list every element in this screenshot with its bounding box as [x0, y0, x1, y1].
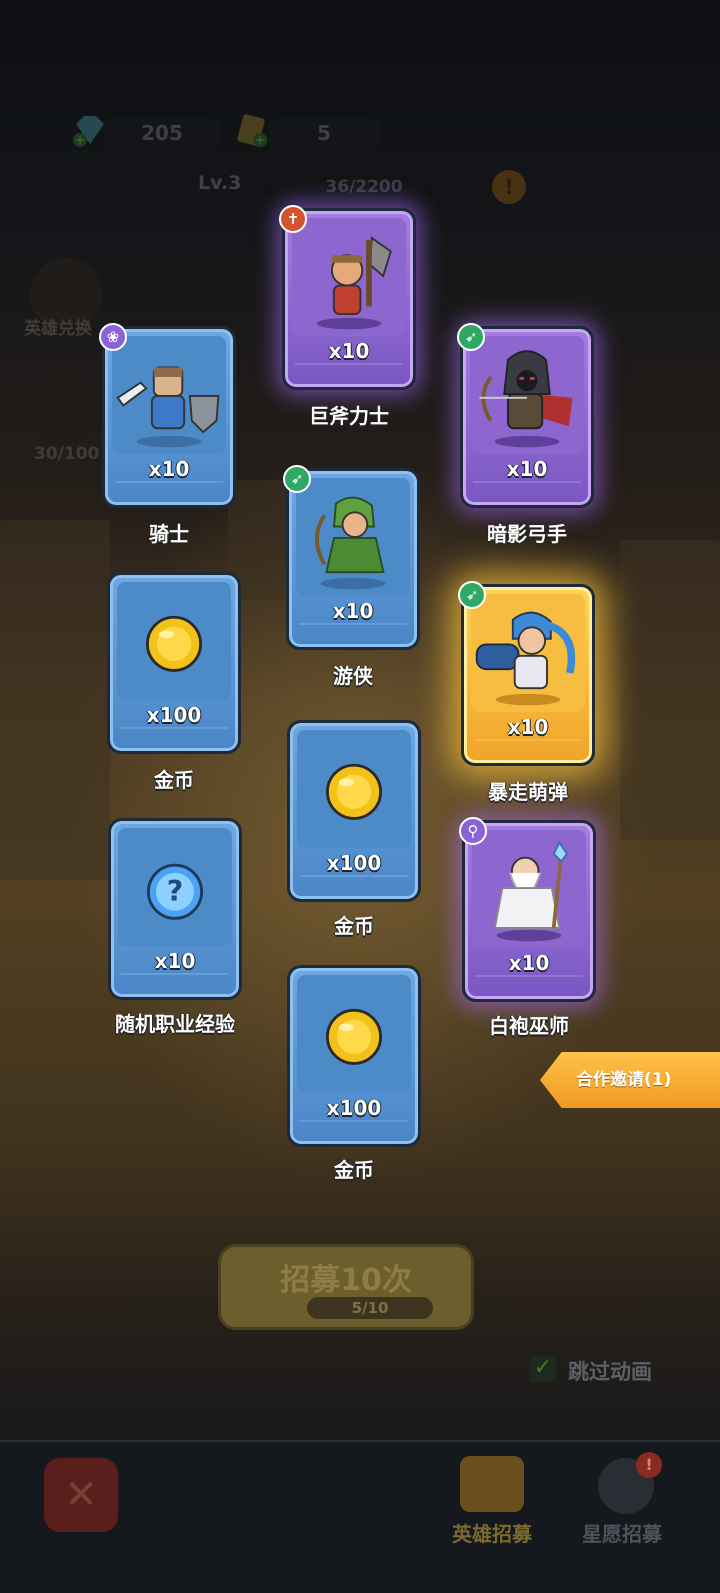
- card-art-frame: [296, 478, 410, 596]
- skip-animation-label: 跳过动画: [568, 1360, 652, 1384]
- card-footer-ornament: [474, 739, 582, 753]
- card-footer-ornament: [299, 623, 407, 637]
- cannon-hero-portrait: [475, 611, 576, 706]
- tab-wish-recruit[interactable]: 星愿招募: [582, 1518, 662, 1547]
- card-name-shadow-archer: 暗影弓手: [487, 522, 567, 546]
- gold-coin-icon: [145, 615, 203, 672]
- card-quantity: x10: [508, 951, 550, 975]
- notification-badge: !: [636, 1452, 662, 1478]
- invite-button[interactable]: 合作邀请(1): [540, 1052, 720, 1108]
- reward-card-ranger[interactable]: x10 ➶: [283, 465, 420, 650]
- recruit-10-label: 招募10次: [280, 1263, 412, 1298]
- question-mark-icon: ?: [167, 875, 184, 908]
- card-art-frame: [470, 336, 584, 454]
- card-quantity: x10: [148, 457, 190, 481]
- gold-coin-icon: [325, 763, 383, 820]
- reward-card-gold-2[interactable]: x100: [287, 720, 421, 902]
- wand-class-icon: ⚲: [459, 817, 487, 845]
- card-art-frame: [471, 594, 585, 712]
- shadow-archer-portrait: [479, 350, 573, 448]
- card-name-gold-2: 金币: [334, 914, 374, 938]
- card-art-frame: [112, 336, 226, 454]
- white-wizard-portrait: [493, 840, 569, 942]
- reward-card-random-exp[interactable]: ? x10: [108, 818, 242, 1000]
- paw-class-icon: ❀: [99, 323, 127, 351]
- card-footer-ornament: [120, 727, 228, 741]
- card-quantity: x10: [328, 339, 370, 363]
- card-footer-ornament: [475, 975, 583, 989]
- card-footer-ornament: [300, 875, 408, 889]
- reward-card-knight[interactable]: x10 ❀: [99, 323, 236, 508]
- question-orb-icon: ?: [146, 863, 204, 920]
- card-name-ranger: 游侠: [333, 664, 373, 688]
- card-art-frame: ?: [118, 828, 232, 946]
- recruit-10-button[interactable]: 招募10次 5/10: [218, 1244, 474, 1330]
- reward-card-gold-3[interactable]: x100: [287, 965, 421, 1147]
- card-quantity: x100: [146, 703, 202, 727]
- hero-recruit-tab-icon[interactable]: [460, 1456, 524, 1512]
- reward-card-gold-1[interactable]: x100: [107, 572, 241, 754]
- card-quantity: x100: [326, 1096, 382, 1120]
- bow-class-icon: ➶: [457, 323, 485, 351]
- card-art-frame: [297, 730, 411, 848]
- card-quantity: x100: [326, 851, 382, 875]
- card-art-frame: [117, 582, 231, 700]
- card-name-gold-1: 金币: [154, 768, 194, 792]
- card-art-frame: [297, 975, 411, 1093]
- card-art-frame: [472, 830, 586, 948]
- card-name-giant-axe: 巨斧力士: [309, 404, 389, 428]
- card-footer-ornament: [115, 481, 223, 495]
- gold-coin-icon: [325, 1008, 383, 1065]
- card-quantity: x10: [154, 949, 196, 973]
- axe-class-icon: ✝: [279, 205, 307, 233]
- card-name-random-exp: 随机职业经验: [115, 1012, 235, 1036]
- card-name-rampage-cannon: 暴走萌弹: [488, 780, 568, 804]
- axe-warrior-portrait: [316, 236, 392, 330]
- card-quantity: x10: [506, 457, 548, 481]
- reward-card-shadow-archer[interactable]: x10 ➶: [457, 323, 594, 508]
- card-quantity: x10: [507, 715, 549, 739]
- skip-animation-checkbox[interactable]: ✓: [530, 1356, 556, 1382]
- reward-card-giant-axe[interactable]: x10 ✝: [279, 205, 416, 390]
- recruit-progress: 5/10: [307, 1297, 433, 1319]
- reward-card-rampage-cannon[interactable]: x10 ➶: [458, 581, 595, 766]
- reward-card-white-wizard[interactable]: x10 ⚲: [459, 817, 596, 1002]
- card-footer-ornament: [473, 481, 581, 495]
- card-footer-ornament: [295, 363, 403, 377]
- close-icon[interactable]: ✕: [44, 1458, 118, 1532]
- card-name-knight: 骑士: [149, 522, 189, 546]
- card-quantity: x10: [332, 599, 374, 623]
- card-name-gold-3: 金币: [334, 1158, 374, 1182]
- knight-portrait: [116, 366, 220, 448]
- card-art-frame: [292, 218, 406, 336]
- bow-class-icon: ➶: [283, 465, 311, 493]
- card-footer-ornament: [121, 973, 229, 987]
- card-footer-ornament: [300, 1120, 408, 1134]
- tab-hero-recruit[interactable]: 英雄招募: [452, 1518, 532, 1547]
- bow-class-icon: ➶: [458, 581, 486, 609]
- ranger-portrait: [315, 496, 386, 590]
- card-name-white-wizard: 白袍巫师: [489, 1014, 569, 1038]
